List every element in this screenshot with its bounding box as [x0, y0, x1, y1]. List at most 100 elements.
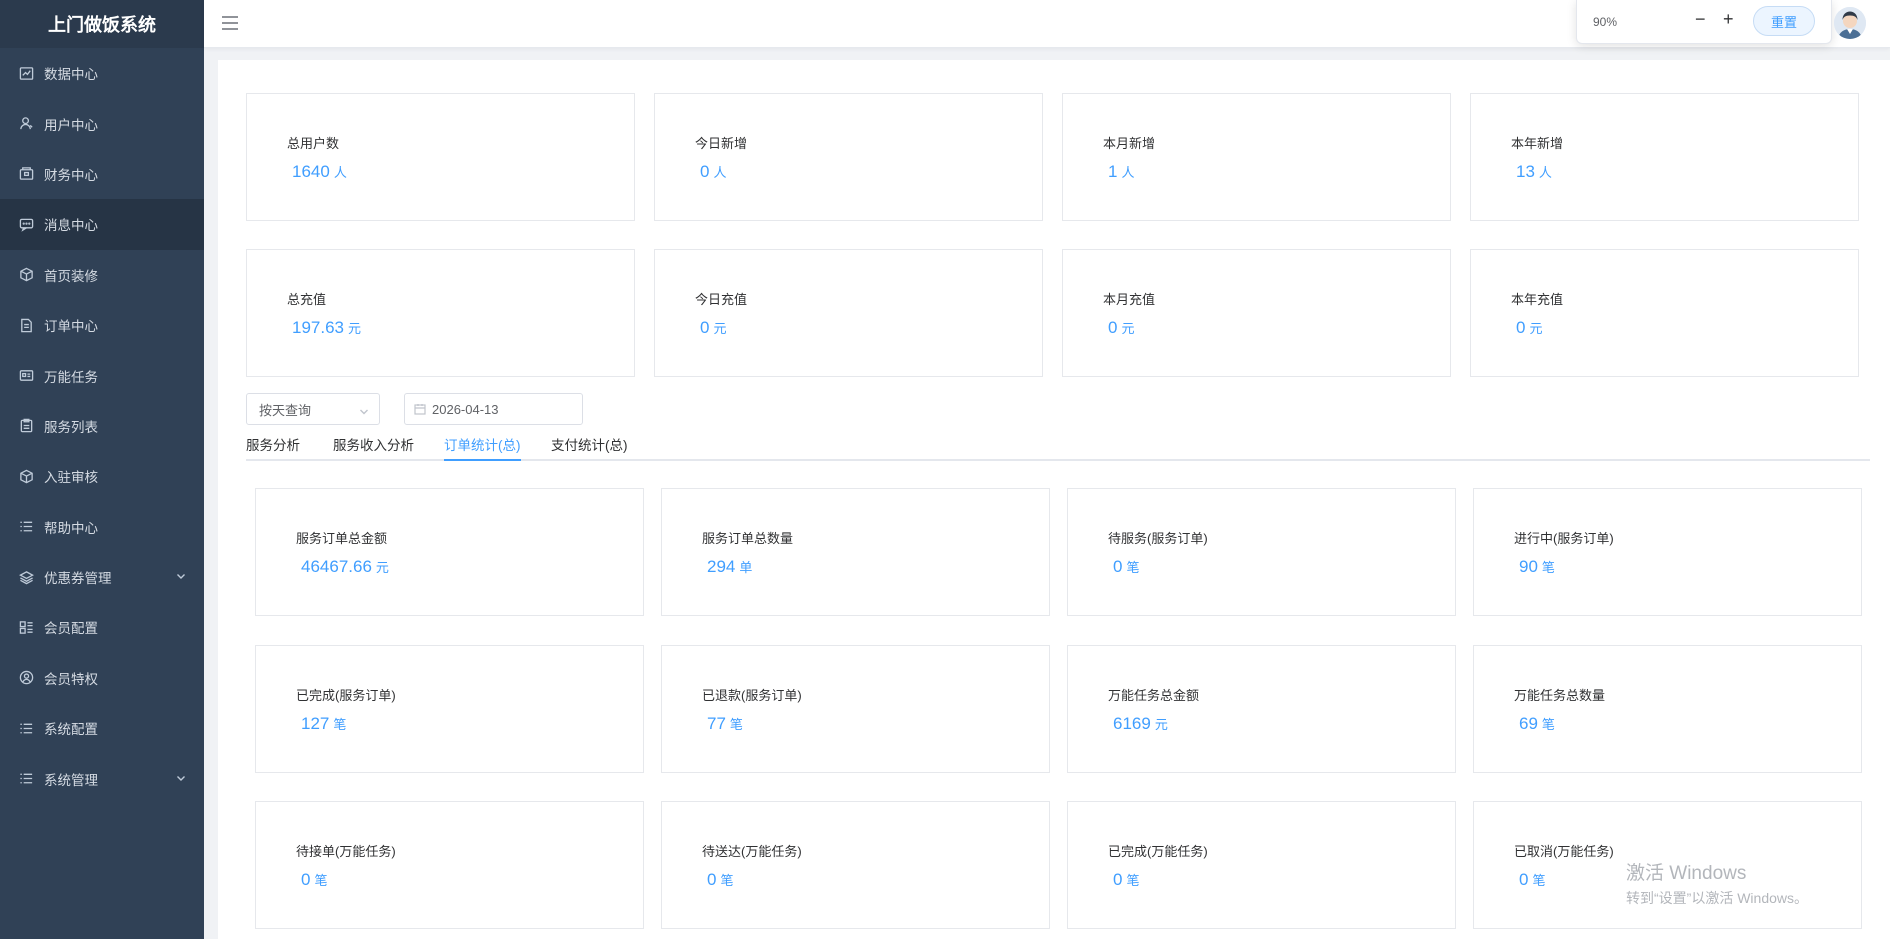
tab-service-analysis[interactable]: 服务分析: [246, 434, 300, 461]
sidebar-item-coupon-management[interactable]: 优惠券管理: [0, 552, 204, 602]
order-stat-card: 进行中(服务订单) 90 笔: [1473, 488, 1862, 616]
cube-icon: [18, 267, 34, 283]
stat-label: 本年充值: [1511, 292, 1564, 307]
chart-icon: [18, 65, 34, 81]
stat-value: 0笔: [301, 870, 328, 889]
sidebar-item-settle-review[interactable]: 入驻审核: [0, 451, 204, 501]
date-value: 2026-04-13: [432, 401, 499, 417]
sidebar-item-system-management[interactable]: 系统管理: [0, 753, 204, 803]
zoom-in-button[interactable]: +: [1723, 10, 1734, 28]
stat-label: 待送达(万能任务): [702, 844, 802, 859]
stat-label: 已完成(万能任务): [1108, 844, 1208, 859]
grid-list-icon: [18, 619, 34, 635]
layers-icon: [18, 569, 34, 585]
stat-label: 今日充值: [695, 292, 748, 307]
date-picker[interactable]: 2026-04-13: [404, 393, 583, 425]
sidebar-item-data-center[interactable]: 数据中心: [0, 48, 204, 98]
stat-label: 总充值: [287, 292, 327, 307]
sidebar-item-universal-task[interactable]: 万能任务: [0, 350, 204, 400]
order-stat-card: 已完成(万能任务) 0笔: [1067, 801, 1456, 929]
stat-card-month-recharge: 本月充值 0元: [1062, 249, 1451, 377]
sidebar: 上门做饭系统 数据中心 用户中心 财务中心 消息中心 首页装修 订单中心 万能任…: [0, 0, 204, 939]
zoom-level: 90%: [1593, 14, 1618, 29]
stat-value: 0元: [1516, 318, 1543, 337]
sidebar-item-label: 数据中心: [44, 67, 98, 83]
order-stat-card: 服务订单总数量 294 单: [661, 488, 1050, 616]
stat-label: 服务订单总数量: [702, 531, 794, 546]
tab-payment-stats-total[interactable]: 支付统计(总): [551, 434, 628, 461]
order-stat-card: 待服务(服务订单) 0笔: [1067, 488, 1456, 616]
order-stat-card: 已退款(服务订单) 77 笔: [661, 645, 1050, 773]
sidebar-item-system-config[interactable]: 系统配置: [0, 703, 204, 753]
zoom-reset-button[interactable]: 重置: [1753, 6, 1815, 36]
order-stat-card: 已完成(服务订单) 127 笔: [255, 645, 644, 773]
stat-label: 本年新增: [1511, 136, 1564, 151]
sidebar-item-label: 会员特权: [44, 671, 98, 687]
sidebar-item-member-privilege[interactable]: 会员特权: [0, 653, 204, 703]
stat-card-year-new-users: 本年新增 13 人: [1470, 93, 1859, 221]
sidebar-item-label: 会员配置: [44, 621, 98, 637]
stat-value: 1人: [1108, 162, 1135, 181]
order-stat-card: 万能任务总金额 6169 元: [1067, 645, 1456, 773]
user-icon: [18, 116, 34, 132]
sidebar-item-member-config[interactable]: 会员配置: [0, 602, 204, 652]
stat-card-total-recharge: 总充值 197.63 元: [246, 249, 635, 377]
avatar[interactable]: [1834, 7, 1866, 39]
windows-activation-watermark: 激活 Windows 转到“设置”以激活 Windows。: [1626, 858, 1808, 908]
watermark-title: 激活 Windows: [1626, 863, 1747, 884]
stat-label: 待接单(万能任务): [296, 844, 396, 859]
stat-label: 已完成(服务订单): [296, 688, 396, 703]
sidebar-item-label: 消息中心: [44, 218, 98, 234]
zoom-out-button[interactable]: −: [1695, 10, 1706, 28]
sidebar-item-label: 万能任务: [44, 369, 98, 385]
stat-value: 0人: [700, 162, 727, 181]
clipboard-icon: [18, 418, 34, 434]
sidebar-item-label: 系统配置: [44, 722, 98, 738]
sidebar-item-message-center[interactable]: 消息中心: [0, 199, 204, 250]
stat-value: 0元: [700, 318, 727, 337]
list-icon: [18, 519, 34, 535]
stat-label: 万能任务总数量: [1514, 688, 1606, 703]
sidebar-item-user-center[interactable]: 用户中心: [0, 98, 204, 148]
sidebar-item-finance-center[interactable]: 财务中心: [0, 149, 204, 199]
sidebar-item-help-center[interactable]: 帮助中心: [0, 502, 204, 552]
stat-label: 本月充值: [1103, 292, 1156, 307]
stat-value: 1640 人: [292, 162, 347, 181]
stat-label: 进行中(服务订单): [1514, 531, 1614, 546]
stat-label: 万能任务总金额: [1108, 688, 1200, 703]
order-stat-card: 待送达(万能任务) 0笔: [661, 801, 1050, 929]
sidebar-item-service-list[interactable]: 服务列表: [0, 401, 204, 451]
order-stat-card: 万能任务总数量 69 笔: [1473, 645, 1862, 773]
sidebar-item-label: 首页装修: [44, 268, 98, 284]
wallet-icon: [18, 166, 34, 182]
stat-value: 6169 元: [1113, 714, 1168, 733]
hamburger-icon[interactable]: [222, 16, 238, 30]
document-icon: [18, 317, 34, 333]
stat-value: 0笔: [1113, 557, 1140, 576]
query-mode-select[interactable]: 按天查询: [246, 393, 380, 425]
sidebar-item-order-center[interactable]: 订单中心: [0, 300, 204, 350]
stat-card-total-users: 总用户数 1640 人: [246, 93, 635, 221]
stat-card-today-new-users: 今日新增 0人: [654, 93, 1043, 221]
tab-service-income-analysis[interactable]: 服务收入分析: [333, 434, 414, 461]
sidebar-item-label: 优惠券管理: [44, 571, 112, 587]
sidebar-item-label: 财务中心: [44, 167, 98, 183]
stat-value: 127 笔: [301, 714, 347, 733]
stat-label: 今日新增: [695, 136, 748, 151]
app-title: 上门做饭系统: [0, 0, 204, 48]
sidebar-item-label: 订单中心: [44, 319, 98, 335]
stat-label: 总用户数: [287, 136, 340, 151]
face-icon: [18, 670, 34, 686]
id-card-icon: [18, 368, 34, 384]
stat-card-year-recharge: 本年充值 0元: [1470, 249, 1859, 377]
sidebar-item-label: 帮助中心: [44, 520, 98, 536]
query-mode-value: 按天查询: [259, 402, 312, 418]
stat-label: 已退款(服务订单): [702, 688, 802, 703]
tab-order-stats-total[interactable]: 订单统计(总): [444, 434, 521, 461]
stat-value: 0笔: [707, 870, 734, 889]
avatar-face-icon: [1834, 7, 1866, 39]
sidebar-item-label: 服务列表: [44, 419, 98, 435]
stats-tabs: 服务分析 服务收入分析 订单统计(总) 支付统计(总): [246, 431, 1870, 461]
list-icon: [18, 720, 34, 736]
sidebar-item-homepage-decor[interactable]: 首页装修: [0, 250, 204, 300]
